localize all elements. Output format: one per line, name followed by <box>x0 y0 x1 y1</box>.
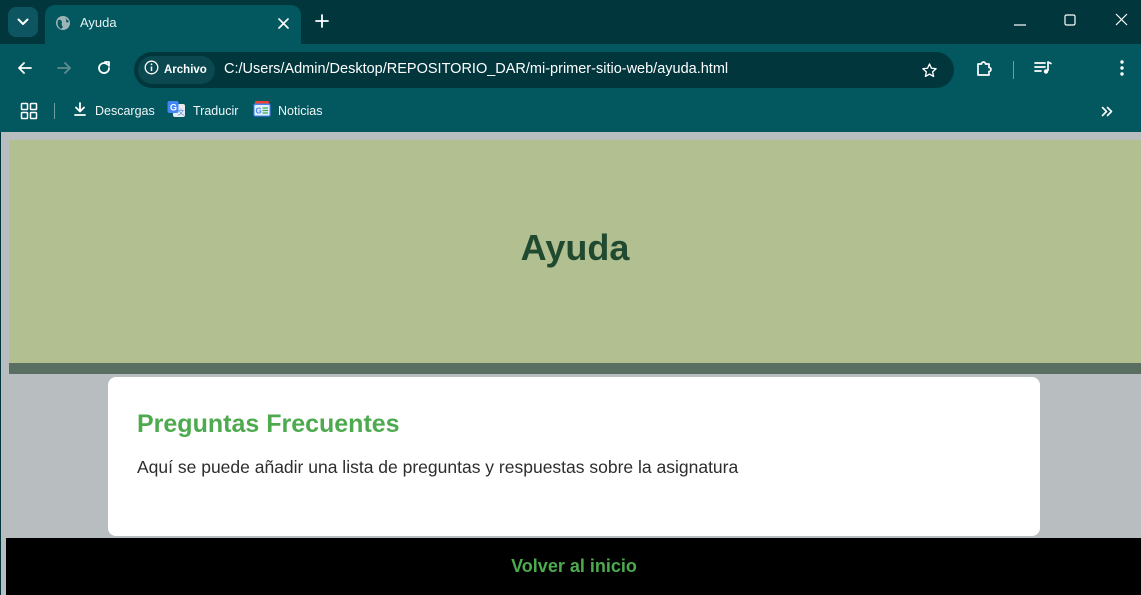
site-footer: Volver al inicio <box>6 538 1141 595</box>
reload-button[interactable] <box>90 56 118 84</box>
page-viewport: Ayuda Preguntas Frecuentes Aquí se puede… <box>1 132 1141 595</box>
arrow-left-icon <box>17 60 33 81</box>
address-bar[interactable]: Archivo C:/Users/Admin/Desktop/REPOSITOR… <box>134 52 954 88</box>
bookmark-label: Traducir <box>193 104 239 118</box>
tab-title: Ayuda <box>80 15 117 30</box>
site-header: Ayuda <box>9 140 1141 374</box>
svg-text:G: G <box>256 106 262 115</box>
plus-icon <box>315 13 329 33</box>
arrow-right-icon <box>56 60 72 81</box>
download-icon <box>72 101 88 122</box>
back-to-home-link[interactable]: Volver al inicio <box>511 556 637 595</box>
puzzle-icon <box>974 58 994 83</box>
page-title: Ayuda <box>520 226 630 268</box>
minimize-button[interactable] <box>1005 8 1035 36</box>
globe-icon <box>55 15 71 31</box>
bookmarks-divider <box>54 103 55 119</box>
svg-text:文: 文 <box>178 107 185 116</box>
bookmarks-bar: Descargas G 文 Traducir G Noticias <box>0 96 1141 126</box>
close-tab-icon[interactable] <box>273 13 293 33</box>
browser-titlebar: Ayuda <box>0 0 1141 44</box>
bookmark-star-icon[interactable] <box>918 59 940 81</box>
back-button[interactable] <box>11 56 39 84</box>
faq-text: Aquí se puede añadir una lista de pregun… <box>137 457 739 477</box>
apps-grid-icon[interactable] <box>20 102 38 120</box>
extensions-button[interactable] <box>970 56 998 84</box>
bookmark-label: Noticias <box>278 104 323 118</box>
kebab-menu-icon <box>1120 59 1124 81</box>
url-text[interactable]: C:/Users/Admin/Desktop/REPOSITORIO_DAR/m… <box>224 61 728 77</box>
toolbar-divider <box>1013 61 1014 79</box>
svg-text:G: G <box>170 102 177 112</box>
tab-ayuda[interactable]: Ayuda <box>45 5 301 44</box>
browser-toolbar: Archivo C:/Users/Admin/Desktop/REPOSITOR… <box>0 44 1141 132</box>
new-tab-button[interactable] <box>309 10 335 36</box>
bookmark-traducir[interactable]: G 文 Traducir <box>167 100 239 123</box>
site-chip-label: Archivo <box>164 64 207 76</box>
faq-heading: Preguntas Frecuentes <box>137 410 400 438</box>
info-icon <box>144 60 159 80</box>
browser-menu-button[interactable] <box>1108 56 1136 84</box>
close-window-button[interactable] <box>1106 8 1136 36</box>
bookmarks-overflow-icon[interactable] <box>1097 101 1117 121</box>
tab-search-button[interactable] <box>8 7 38 37</box>
bookmark-descargas[interactable]: Descargas <box>72 101 155 121</box>
faq-card: Preguntas Frecuentes Aquí se puede añadi… <box>108 377 1040 536</box>
google-translate-icon: G 文 <box>167 100 186 123</box>
forward-button[interactable] <box>50 56 78 84</box>
playlist-music-icon <box>1033 58 1053 83</box>
maximize-icon <box>1064 13 1076 31</box>
bookmark-label: Descargas <box>95 104 155 118</box>
maximize-button[interactable] <box>1055 8 1085 36</box>
chevron-down-icon <box>17 13 29 31</box>
site-info-chip[interactable]: Archivo <box>138 56 215 84</box>
media-controls-button[interactable] <box>1029 56 1057 84</box>
reload-icon <box>96 60 112 81</box>
close-icon <box>1115 13 1128 31</box>
minimize-icon <box>1014 13 1026 31</box>
bookmark-noticias[interactable]: G Noticias <box>253 100 323 123</box>
google-news-icon: G <box>253 100 271 123</box>
